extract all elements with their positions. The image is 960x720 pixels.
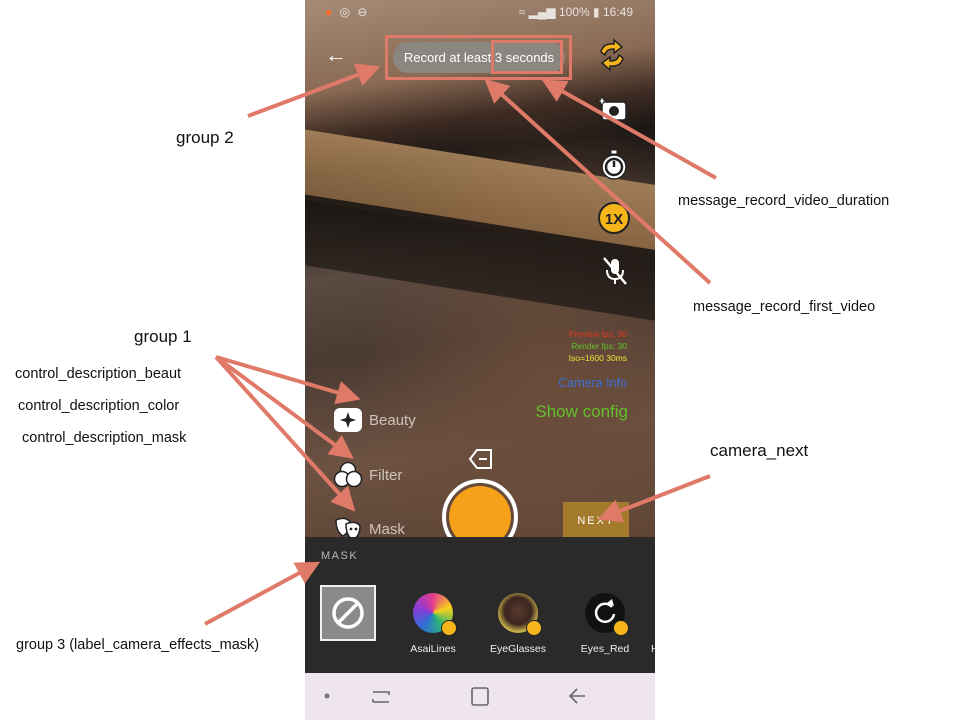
arrow-camera-next — [597, 474, 711, 523]
arrow-duration — [541, 79, 717, 180]
arrow-mask — [214, 355, 356, 512]
arrow-filter — [214, 355, 354, 459]
annotation-arrows — [204, 63, 717, 626]
arrow-group-2 — [247, 63, 381, 118]
arrow-group-3 — [204, 561, 321, 626]
